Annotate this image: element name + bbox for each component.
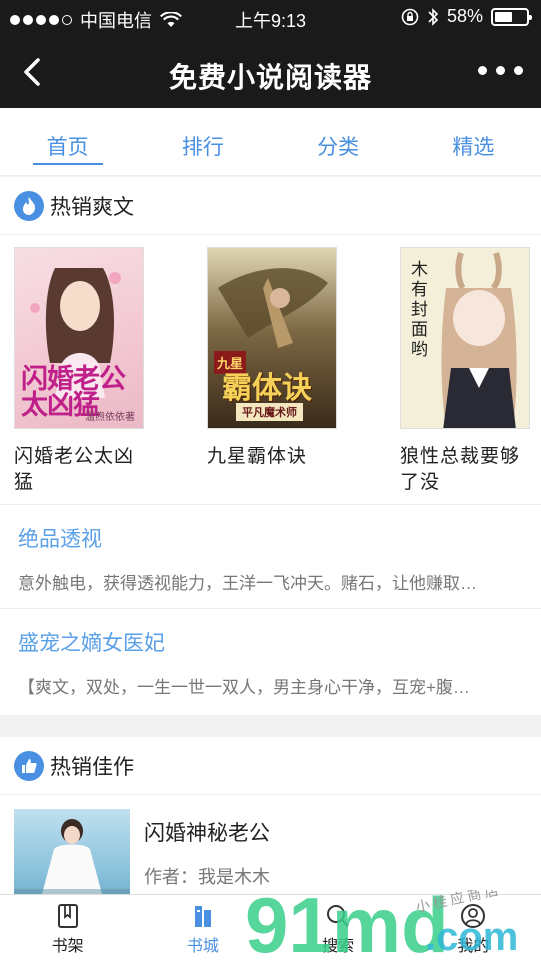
tab-bookstore[interactable]: 书城 <box>135 895 270 960</box>
status-right: 58% <box>401 6 532 27</box>
hot2-section-title: 热销佳作 <box>50 755 134 779</box>
tab-search[interactable]: 搜索 <box>271 895 406 960</box>
user-icon <box>461 904 486 928</box>
search-icon <box>327 905 349 927</box>
cover-text: 木有封面哟 <box>411 260 428 359</box>
hot-section: 热销爽文 闪婚老公太凶猛 温煦依依著 闪婚老公太凶猛 九星 霸体诀 平凡魔术师 … <box>0 177 541 715</box>
rec-title[interactable]: 盛宠之嫡女医妃 <box>18 627 523 657</box>
bookshelf-icon <box>57 904 78 928</box>
cover-text: 霸体诀 <box>222 372 312 405</box>
tab-label: 书架 <box>51 938 84 955</box>
hot2-section-header: 热销佳作 <box>0 737 541 795</box>
hot-section-header: 热销爽文 <box>0 177 541 235</box>
thumbs-up-icon <box>14 750 44 781</box>
book-card[interactable]: 木有封面哟 狼性总裁要够了没 <box>400 247 530 504</box>
tab-bookshelf[interactable]: 书架 <box>0 895 135 960</box>
category-tabs: 首页 排行 分类 精选 <box>0 108 541 176</box>
flame-icon <box>14 190 44 221</box>
battery-fill <box>495 11 512 22</box>
book-cover[interactable]: 木有封面哟 <box>400 247 530 429</box>
book-row: 闪婚老公太凶猛 温煦依依著 闪婚老公太凶猛 九星 霸体诀 平凡魔术师 九星霸体诀 <box>0 235 541 505</box>
bottom-tab-bar: 书架 书城 搜索 我的 <box>0 894 541 960</box>
rec-description: 意外触电，获得透视能力，王洋一飞冲天。赌石，让他赚取… <box>18 574 477 593</box>
book-title[interactable]: 九星霸体诀 <box>207 444 337 470</box>
battery-percent: 58% <box>446 6 483 26</box>
book-title[interactable]: 狼性总裁要够了没 <box>400 444 530 496</box>
book-cover[interactable]: 闪婚老公太凶猛 温煦依依著 <box>14 247 144 429</box>
battery-icon <box>491 7 532 26</box>
tab-label: 我的 <box>457 938 490 955</box>
tab-label: 书城 <box>186 938 219 955</box>
bluetooth-icon <box>428 7 439 26</box>
rec-description: 【爽文，双处，一生一世一双人，男主身心干净，互宠+腹… <box>18 678 470 697</box>
list-item[interactable]: 盛宠之嫡女医妃 【爽文，双处，一生一世一双人，男主身心干净，互宠+腹… <box>0 609 541 713</box>
book-title[interactable]: 闪婚老公太凶猛 <box>14 444 144 496</box>
hot-section-title: 热销爽文 <box>50 195 134 219</box>
book-card[interactable]: 闪婚老公太凶猛 温煦依依著 闪婚老公太凶猛 <box>14 247 144 504</box>
tab-home[interactable]: 首页 <box>0 108 135 175</box>
cover-subtitle: 平凡魔术师 <box>236 403 303 421</box>
book-card[interactable]: 九星 霸体诀 平凡魔术师 九星霸体诀 <box>207 247 337 504</box>
tab-featured[interactable]: 精选 <box>406 108 541 175</box>
status-bar: 中国电信 上午9:13 58% <box>0 0 541 36</box>
page-title: 免费小说阅读器 <box>168 62 372 93</box>
hot2-section: 热销佳作 闪婚神秘老公 作者：我是木木 <box>0 737 541 909</box>
tab-ranking[interactable]: 排行 <box>135 108 270 175</box>
tab-label: 搜索 <box>322 938 355 955</box>
list-item[interactable]: 绝品透视 意外触电，获得透视能力，王洋一飞冲天。赌石，让他赚取… <box>0 505 541 609</box>
more-icon[interactable] <box>478 66 523 75</box>
rec-title[interactable]: 绝品透视 <box>18 523 523 553</box>
cover-author: 温煦依依著 <box>85 412 135 423</box>
bookstore-icon <box>194 906 211 927</box>
book-title[interactable]: 闪婚神秘老公 <box>144 817 270 847</box>
nav-bar: 免费小说阅读器 <box>0 36 541 108</box>
tab-categories[interactable]: 分类 <box>271 108 406 175</box>
book-author: 作者：我是木木 <box>144 867 270 887</box>
book-cover[interactable]: 九星 霸体诀 平凡魔术师 <box>207 247 337 429</box>
rotation-lock-icon <box>401 8 419 25</box>
tab-profile[interactable]: 我的 <box>406 895 541 960</box>
